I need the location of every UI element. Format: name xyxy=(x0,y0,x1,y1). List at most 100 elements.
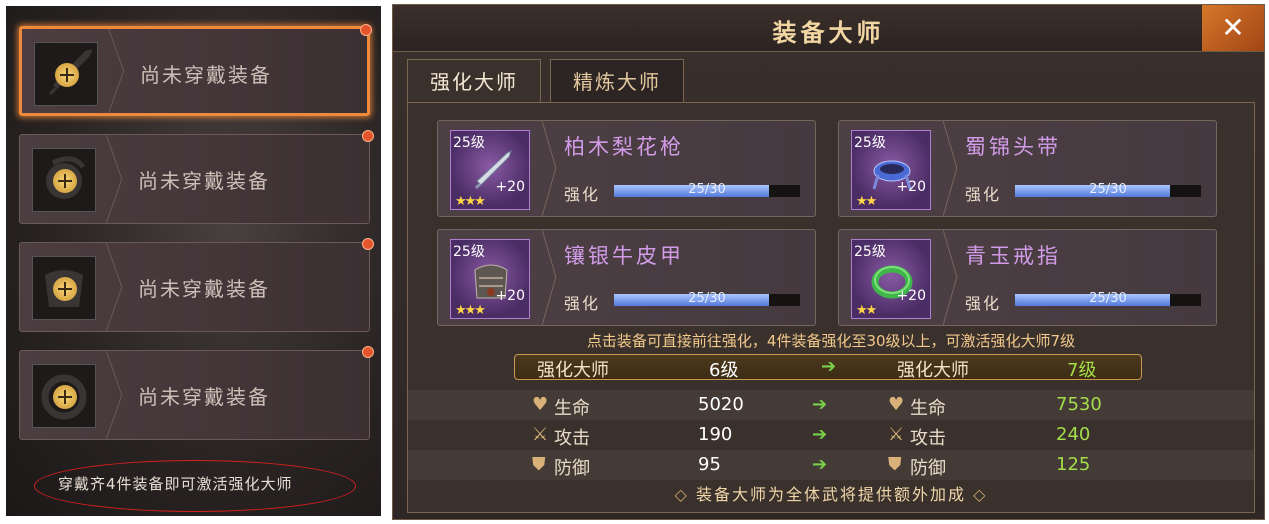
slot-label: 尚未穿戴装备 xyxy=(138,277,270,301)
arrow-right-icon: ➔ xyxy=(821,356,837,377)
equipment-card-armor[interactable]: 25级 +20 ★★★ 镶银牛皮甲 强化 25/30 xyxy=(437,229,816,326)
master-level-to: 7级 xyxy=(1067,360,1097,381)
tab-strengthen-master[interactable]: 强化大师 xyxy=(407,59,541,103)
star-rating: ★★ xyxy=(856,303,877,318)
tab-refine-master[interactable]: 精炼大师 xyxy=(550,59,684,103)
armor-slot-icon xyxy=(32,256,96,320)
slot-label: 尚未穿戴装备 xyxy=(138,169,270,193)
stat-from: 190 xyxy=(698,424,733,445)
slot-divider xyxy=(108,29,125,113)
shield-icon: ⛊ xyxy=(532,454,546,475)
add-plus-icon xyxy=(53,385,77,409)
stat-from: 5020 xyxy=(698,394,744,415)
stat-row-hp: ♥ 生命 5020 ➔ ♥ 生命 7530 xyxy=(408,390,1254,420)
add-plus-icon xyxy=(55,63,79,87)
item-level: 25级 xyxy=(453,135,485,151)
star-rating: ★★ xyxy=(856,194,877,209)
progress-text: 25/30 xyxy=(688,291,726,306)
equipment-card-ring[interactable]: 25级 +20 ★★ 青玉戒指 强化 25/30 xyxy=(838,229,1217,326)
equipment-card-headband[interactable]: 25级 +20 ★★ 蜀锦头带 强化 25/30 xyxy=(838,120,1217,217)
item-bonus: +20 xyxy=(896,288,926,304)
slot-label: 尚未穿戴装备 xyxy=(140,63,272,87)
card-divider xyxy=(542,121,557,216)
head-slot-icon xyxy=(32,148,96,212)
stat-name: 防御 xyxy=(554,458,590,479)
accessory-slot-icon xyxy=(32,364,96,428)
stat-row-attack: ⚔ 攻击 190 ➔ ⚔ 攻击 240 xyxy=(408,420,1254,450)
slot-divider xyxy=(106,135,123,223)
equipment-slot-accessory[interactable]: 尚未穿戴装备 xyxy=(19,346,374,440)
equipment-card-spear[interactable]: 25级 +20 ★★★ 柏木梨花枪 强化 25/30 xyxy=(437,120,816,217)
item-bonus: +20 xyxy=(495,179,525,195)
equipment-master-dialog: 装备大师 ✕ 强化大师 精炼大师 25级 +20 ★★★ 柏木梨花枪 强化 25… xyxy=(392,4,1265,520)
stat-name: 生命 xyxy=(554,398,590,419)
red-dot-badge xyxy=(362,130,374,142)
stat-from: 95 xyxy=(698,454,721,475)
arrow-right-icon: ➔ xyxy=(812,424,828,445)
weapon-slot-icon xyxy=(34,42,98,106)
add-plus-icon xyxy=(53,277,77,301)
dialog-title: 装备大师 xyxy=(772,19,885,47)
strengthen-progress-bar: 25/30 xyxy=(614,291,800,306)
card-divider xyxy=(943,230,958,325)
equipment-slots-panel: 尚未穿戴装备 尚未穿戴装备 尚未穿戴装备 尚未穿戴装备 穿戴齐4件装备即可激活强… xyxy=(6,6,381,516)
red-dot-badge xyxy=(360,24,372,36)
slot-divider xyxy=(106,351,123,439)
tab-content: 25级 +20 ★★★ 柏木梨花枪 强化 25/30 25级 +20 ★★ 蜀锦… xyxy=(407,102,1255,513)
sword-icon: ⚔ xyxy=(532,424,549,445)
stat-name: 攻击 xyxy=(910,428,946,449)
card-divider xyxy=(542,230,557,325)
stat-name: 防御 xyxy=(910,458,946,479)
equipment-slot-weapon[interactable]: 尚未穿戴装备 xyxy=(19,24,372,116)
item-name: 蜀锦头带 xyxy=(965,135,1061,159)
close-button[interactable]: ✕ xyxy=(1202,5,1264,51)
strengthen-label: 强化 xyxy=(965,185,1002,204)
sword-icon: ⚔ xyxy=(888,424,905,445)
stat-name: 攻击 xyxy=(554,428,590,449)
item-bonus: +20 xyxy=(495,288,525,304)
item-name: 镶银牛皮甲 xyxy=(564,244,684,268)
star-rating: ★★★ xyxy=(455,303,486,318)
item-name: 青玉戒指 xyxy=(965,244,1061,268)
equipment-slot-armor[interactable]: 尚未穿戴装备 xyxy=(19,238,374,332)
progress-text: 25/30 xyxy=(1089,182,1127,197)
master-label-from: 强化大师 xyxy=(537,360,609,381)
progress-text: 25/30 xyxy=(688,182,726,197)
shield-icon: ⛊ xyxy=(888,454,902,475)
headband-icon: 25级 +20 ★★ xyxy=(851,130,931,210)
stat-to: 125 xyxy=(1056,454,1091,475)
master-label-to: 强化大师 xyxy=(897,360,969,381)
strengthen-progress-bar: 25/30 xyxy=(1015,182,1201,197)
diamond-ornament-icon: ◇ xyxy=(973,485,988,504)
progress-text: 25/30 xyxy=(1089,291,1127,306)
activation-hint: 穿戴齐4件装备即可激活强化大师 xyxy=(58,475,293,493)
equipment-slot-head[interactable]: 尚未穿戴装备 xyxy=(19,130,374,224)
armor-icon: 25级 +20 ★★★ xyxy=(450,239,530,319)
strengthen-label: 强化 xyxy=(564,294,601,313)
heart-icon: ♥ xyxy=(532,394,549,415)
slot-label: 尚未穿戴装备 xyxy=(138,385,270,409)
item-level: 25级 xyxy=(854,135,886,151)
red-dot-badge xyxy=(362,238,374,250)
item-level: 25级 xyxy=(854,244,886,260)
strengthen-progress-bar: 25/30 xyxy=(614,182,800,197)
arrow-right-icon: ➔ xyxy=(812,394,828,415)
stat-row-defense: ⛊ 防御 95 ➔ ⛊ 防御 125 xyxy=(408,450,1254,480)
strengthen-progress-bar: 25/30 xyxy=(1015,291,1201,306)
star-rating: ★★★ xyxy=(455,194,486,209)
spear-icon: 25级 +20 ★★★ xyxy=(450,130,530,210)
dialog-title-bar: 装备大师 ✕ xyxy=(393,5,1264,52)
strengthen-info-text: 点击装备可直接前往强化，4件装备强化至30级以上，可激活强化大师7级 xyxy=(586,332,1076,350)
item-name: 柏木梨花枪 xyxy=(564,135,684,159)
stat-to: 240 xyxy=(1056,424,1091,445)
master-level-from: 6级 xyxy=(709,360,739,381)
strengthen-label: 强化 xyxy=(564,185,601,204)
add-plus-icon xyxy=(53,169,77,193)
item-bonus: +20 xyxy=(896,179,926,195)
red-dot-badge xyxy=(362,346,374,358)
strengthen-label: 强化 xyxy=(965,294,1002,313)
stat-name: 生命 xyxy=(910,398,946,419)
footer-note: ◇ 装备大师为全体武将提供额外加成 ◇ xyxy=(408,481,1254,505)
card-divider xyxy=(943,121,958,216)
arrow-right-icon: ➔ xyxy=(812,454,828,475)
